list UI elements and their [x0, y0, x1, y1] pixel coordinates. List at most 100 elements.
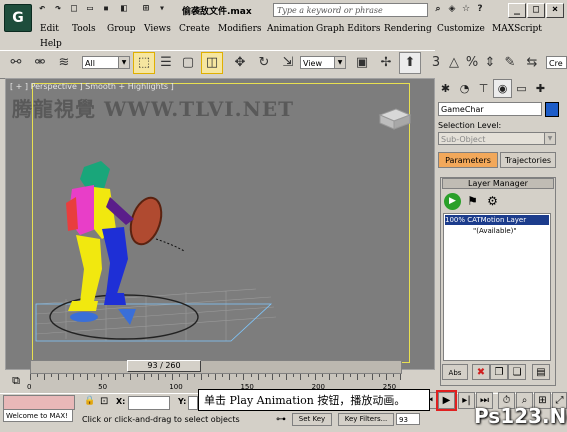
viewport-label[interactable]: [ + ] Perspective ] Smooth + Highlights … — [10, 82, 174, 91]
motion-tab-icon[interactable]: ◉ — [493, 79, 512, 98]
add-layer-icon[interactable]: ⚑ — [464, 193, 481, 210]
edit-named-sel-icon[interactable]: ✎ — [500, 53, 520, 73]
open-file-icon[interactable]: ▭ — [84, 3, 96, 15]
snaps-icon[interactable]: 3 — [426, 53, 446, 73]
link-icon[interactable]: ⚯ — [6, 53, 26, 73]
project-icon[interactable]: ◧ — [118, 3, 130, 15]
timeline-tick — [122, 374, 124, 377]
help-icon[interactable]: ? — [474, 3, 486, 16]
lock-selection-icon[interactable]: 🔒 — [84, 396, 95, 406]
search-icon[interactable]: ⌕ — [432, 3, 444, 16]
layer-row-available[interactable]: "(Available)" — [445, 226, 549, 236]
tab-trajectories[interactable]: Trajectories — [500, 152, 556, 168]
menu-customize[interactable]: Customize — [437, 24, 485, 34]
utilities-tab-icon[interactable]: ✚ — [532, 80, 549, 97]
menu-graph-editors[interactable]: Graph Editors — [316, 24, 380, 34]
app-logo-icon[interactable]: G — [4, 4, 32, 32]
mirror-icon[interactable]: ⇆ — [522, 53, 542, 73]
minimize-button[interactable]: _ — [508, 3, 526, 18]
timeline-tick — [328, 374, 330, 380]
new-file-icon[interactable]: □ — [68, 3, 80, 15]
absolute-mode-icon[interactable]: ⊡ — [100, 396, 108, 407]
display-tab-icon[interactable]: ▭ — [513, 80, 530, 97]
ref-coord-dropdown[interactable]: View ▼ — [300, 56, 346, 69]
game-character — [66, 161, 163, 311]
time-slider-track[interactable] — [30, 360, 402, 374]
timeline-tick — [335, 374, 337, 377]
timeline-tick-label: 100 — [169, 383, 183, 391]
hierarchy-tab-icon[interactable]: ⊤ — [475, 80, 492, 97]
viewcube-icon[interactable] — [374, 103, 414, 133]
close-button[interactable]: × — [546, 3, 564, 18]
qat-dropdown-icon[interactable]: ▾ — [156, 3, 168, 15]
menu-modifiers[interactable]: Modifiers — [218, 24, 262, 34]
abs-button[interactable]: Abs — [442, 364, 468, 380]
layer-options-icon[interactable]: ▤ — [532, 364, 550, 380]
timeline-tick — [307, 374, 309, 377]
menu-tools[interactable]: Tools — [72, 24, 96, 34]
rotate-icon[interactable]: ↻ — [254, 53, 274, 73]
open-mini-curve-editor-icon[interactable]: ⧉ — [6, 372, 26, 390]
object-color-swatch[interactable] — [545, 102, 559, 117]
modify-tab-icon[interactable]: ◔ — [456, 80, 473, 97]
layer-list[interactable]: 100% CATMotion Layer "(Available)" — [443, 213, 551, 361]
menu-create[interactable]: Create — [179, 24, 210, 34]
maximize-button[interactable]: □ — [527, 3, 545, 18]
subscription-icon[interactable]: ◈ — [446, 3, 458, 16]
menu-maxscript[interactable]: MAXScript — [492, 24, 542, 34]
play-layer-icon[interactable]: ▶ — [444, 193, 461, 210]
next-frame-icon[interactable]: ▸| — [458, 392, 475, 409]
time-slider-thumb[interactable]: 93 / 260 — [127, 360, 201, 372]
key-filters-button[interactable]: Key Filters... — [338, 413, 394, 426]
layer-row-catmotion[interactable]: 100% CATMotion Layer — [445, 215, 549, 225]
timeline-tick — [101, 374, 103, 380]
move-icon[interactable]: ✥ — [230, 53, 250, 73]
perspective-viewport[interactable]: 腾龍視覺 WWW.TLVI.NET [ + ] Perspective ] Sm… — [5, 78, 435, 370]
keyboard-shortcut-icon[interactable]: ⬆ — [399, 52, 421, 74]
named-selection-input[interactable]: Cre — [546, 56, 567, 69]
menu-views[interactable]: Views — [144, 24, 171, 34]
menu-help[interactable]: Help — [40, 39, 62, 49]
percent-snap-icon[interactable]: % — [462, 53, 482, 73]
ref-icon[interactable]: ⊞ — [140, 3, 152, 15]
select-by-name-icon[interactable]: ☰ — [156, 53, 176, 73]
select-manipulate-icon[interactable]: ✢ — [376, 53, 396, 73]
bind-spacewarp-icon[interactable]: ≋ — [54, 53, 74, 73]
rollout-title[interactable]: Layer Manager — [442, 178, 554, 189]
coord-x-field[interactable] — [128, 396, 170, 410]
play-animation-button[interactable]: ▶ — [436, 390, 457, 411]
menu-edit[interactable]: Edit — [40, 24, 59, 34]
angle-snap-icon[interactable]: △ — [444, 53, 464, 73]
layer-setup-icon[interactable]: ⚙ — [484, 193, 501, 210]
maxscript-listener[interactable]: Welcome to MAX! — [3, 409, 73, 422]
tab-parameters[interactable]: Parameters — [438, 152, 498, 168]
set-key-button[interactable]: Set Key — [292, 413, 332, 426]
window-crossing-icon[interactable]: ◫ — [201, 52, 223, 74]
redo-icon[interactable]: ↷ — [52, 3, 64, 15]
rect-selection-icon[interactable]: ▢ — [178, 53, 198, 73]
create-tab-icon[interactable]: ✱ — [437, 80, 454, 97]
menu-group[interactable]: Group — [107, 24, 135, 34]
menu-rendering[interactable]: Rendering — [384, 24, 432, 34]
undo-icon[interactable]: ↶ — [36, 3, 48, 15]
maxscript-listener-top[interactable] — [3, 395, 75, 410]
object-name-field[interactable]: GameChar — [438, 102, 542, 116]
timeline-tick — [286, 374, 288, 380]
menu-animation[interactable]: Animation — [267, 24, 314, 34]
scale-icon[interactable]: ⇲ — [278, 53, 298, 73]
key-mode-icon[interactable]: ⊶ — [276, 414, 286, 425]
select-object-icon[interactable]: ⬚ — [133, 52, 155, 74]
current-frame-field[interactable]: 93 — [396, 413, 420, 425]
communication-icon[interactable]: ☆ — [460, 3, 472, 16]
unlink-icon[interactable]: ⚮ — [30, 53, 50, 73]
save-icon[interactable]: ▪ — [100, 3, 112, 15]
spinner-snap-icon[interactable]: ⇕ — [480, 53, 500, 73]
selection-filter-dropdown[interactable]: All ▼ — [82, 56, 130, 69]
coord-y-field[interactable] — [188, 396, 198, 410]
pivot-center-icon[interactable]: ▣ — [352, 53, 372, 73]
search-input[interactable]: Type a keyword or phrase — [273, 3, 428, 17]
copy-layer-icon[interactable]: ❐ — [490, 364, 508, 380]
paste-layer-icon[interactable]: ❏ — [508, 364, 526, 380]
sub-object-dropdown[interactable]: Sub-Object ▼ — [438, 132, 556, 145]
delete-layer-icon[interactable]: ✖ — [472, 364, 490, 380]
